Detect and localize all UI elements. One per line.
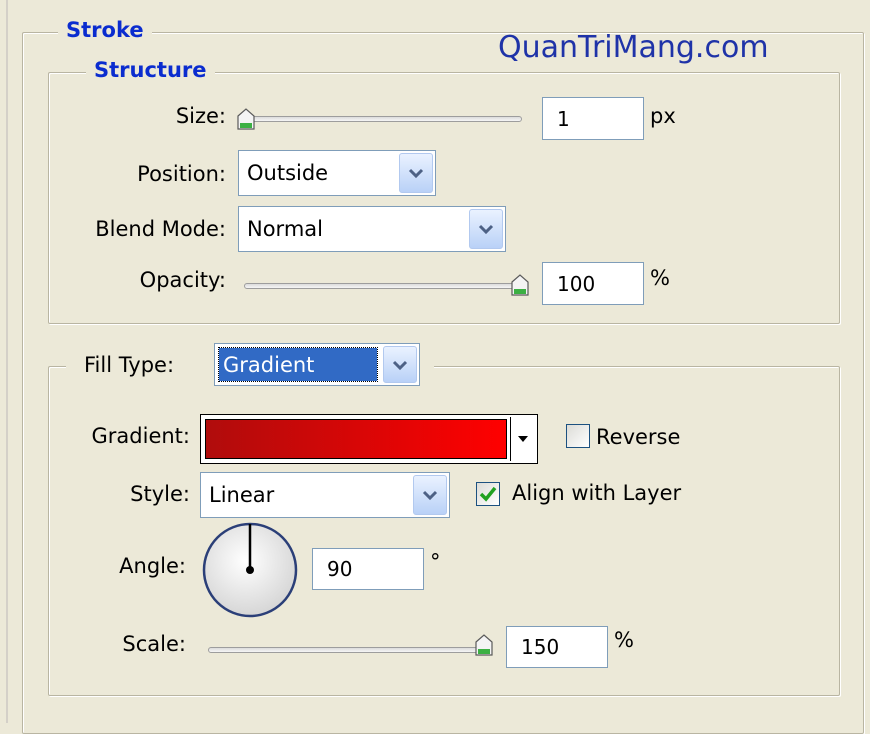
gradient-label: Gradient: xyxy=(91,424,190,448)
scale-label: Scale: xyxy=(122,632,186,656)
chevron-down-icon xyxy=(478,224,494,235)
opacity-unit: % xyxy=(650,266,670,290)
size-slider-thumb[interactable] xyxy=(236,107,256,131)
watermark-text: QuanTriMang.com xyxy=(498,30,769,65)
size-slider-track[interactable] xyxy=(244,116,522,122)
panel-left-edge xyxy=(6,0,8,723)
checkmark-icon xyxy=(479,486,497,502)
scale-input[interactable]: 150 xyxy=(506,626,608,668)
opacity-input[interactable]: 100 xyxy=(542,262,644,305)
chevron-down-icon xyxy=(408,168,424,179)
position-select-value: Outside xyxy=(247,161,329,185)
gradient-dropdown-button[interactable] xyxy=(510,417,535,461)
size-input[interactable]: 1 xyxy=(542,97,644,140)
size-label: Size: xyxy=(175,104,226,128)
angle-dial[interactable] xyxy=(200,520,300,620)
scale-unit: % xyxy=(614,628,634,652)
blend-mode-dropdown-button[interactable] xyxy=(469,209,503,249)
style-label: Style: xyxy=(130,482,190,506)
gradient-preview[interactable] xyxy=(205,419,507,459)
chevron-down-icon xyxy=(422,490,438,501)
angle-unit: ° xyxy=(430,550,441,574)
position-select[interactable]: Outside xyxy=(238,150,436,196)
angle-input[interactable]: 90 xyxy=(312,548,424,590)
align-with-layer-checkbox[interactable] xyxy=(476,482,500,506)
blend-mode-label: Blend Mode: xyxy=(95,217,226,241)
size-unit: px xyxy=(650,104,676,128)
opacity-slider-thumb[interactable] xyxy=(510,273,530,297)
fill-type-label: Fill Type: xyxy=(84,353,175,377)
style-select[interactable]: Linear xyxy=(200,472,450,518)
fill-type-select-value: Gradient xyxy=(218,347,378,382)
style-dropdown-button[interactable] xyxy=(413,475,447,515)
position-dropdown-button[interactable] xyxy=(399,153,433,193)
fill-type-dropdown-button[interactable] xyxy=(383,346,417,383)
angle-label: Angle: xyxy=(119,554,186,578)
reverse-checkbox[interactable] xyxy=(566,424,590,448)
structure-legend: Structure xyxy=(86,58,215,82)
triangle-down-icon xyxy=(518,436,528,442)
scale-slider-track[interactable] xyxy=(208,647,490,653)
chevron-down-icon xyxy=(392,360,408,370)
style-select-value: Linear xyxy=(209,483,275,507)
position-label: Position: xyxy=(137,162,226,186)
stroke-legend: Stroke xyxy=(58,18,152,42)
blend-mode-select-value: Normal xyxy=(247,217,323,241)
scale-slider-thumb[interactable] xyxy=(474,633,494,657)
opacity-label: Opacity: xyxy=(139,268,226,292)
opacity-slider-track[interactable] xyxy=(244,283,524,289)
gradient-picker[interactable] xyxy=(200,414,538,464)
align-with-layer-label[interactable]: Align with Layer xyxy=(512,481,681,505)
reverse-label[interactable]: Reverse xyxy=(596,425,680,449)
blend-mode-select[interactable]: Normal xyxy=(238,206,506,252)
fill-type-select[interactable]: Gradient xyxy=(214,343,420,386)
